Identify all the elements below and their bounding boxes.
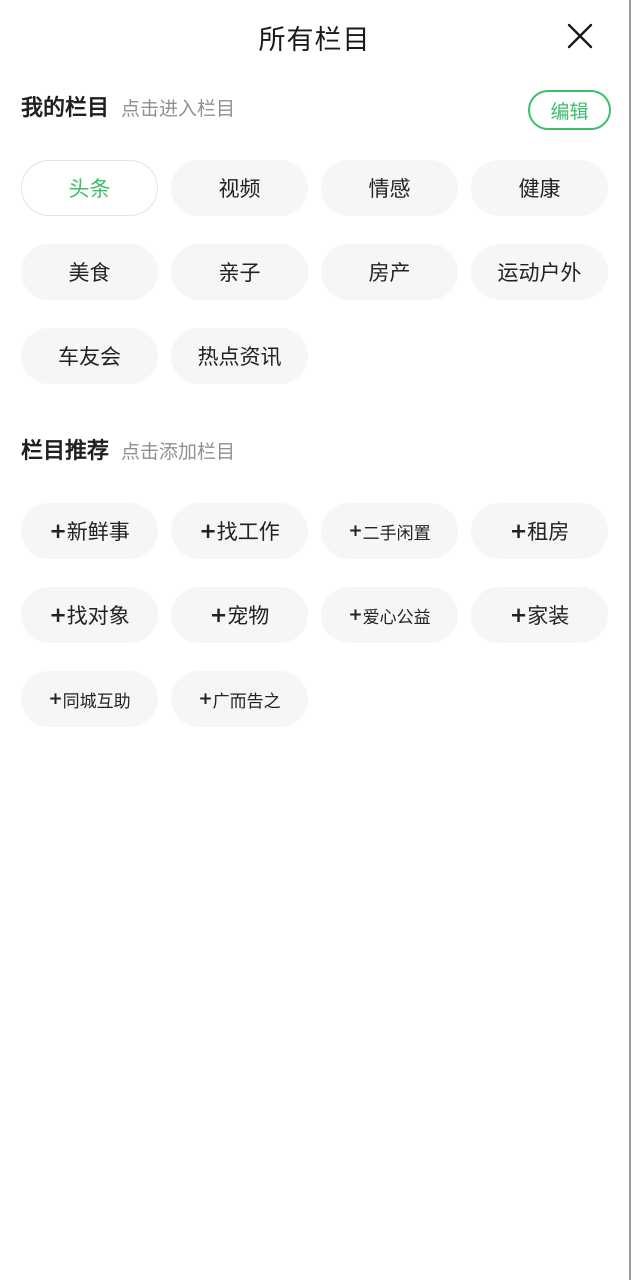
plus-icon: + [209, 603, 228, 627]
my-channel-chip[interactable]: 头条 [21, 160, 158, 216]
recommended-chip-label: 广而告之 [212, 691, 281, 712]
recommended-chip-label: 找对象 [66, 604, 130, 628]
page-title: 所有栏目 [258, 25, 371, 56]
recommended-chip-label: 二手闲置 [362, 523, 431, 544]
my-channels-title: 我的栏目 [21, 96, 110, 121]
close-button[interactable] [564, 20, 596, 52]
plus-icon: + [509, 603, 528, 627]
my-channel-chip[interactable]: 亲子 [171, 244, 308, 300]
my-channel-chip[interactable]: 情感 [321, 160, 458, 216]
my-channel-chip[interactable]: 房产 [321, 244, 458, 300]
recommended-chip-label: 找工作 [216, 520, 280, 544]
close-icon [567, 23, 593, 49]
recommended-header: 栏目推荐 点击添加栏目 [21, 433, 235, 473]
my-channels-hint: 点击进入栏目 [121, 98, 236, 120]
my-channel-chip[interactable]: 运动户外 [471, 244, 608, 300]
my-channel-chip[interactable]: 健康 [471, 160, 608, 216]
recommended-chip-label: 新鲜事 [66, 520, 130, 544]
recommended-chip[interactable]: + 爱心公益 [321, 587, 458, 643]
my-channels-grid: 头条 视频 情感 健康美食 亲子 房产 运动户外车友会 热点资讯 [21, 160, 611, 384]
recommended-grid: + 新鲜事 + 找工作 + 二手闲置 + 租房 + 找对象 + 宠物 + 爱心公益 + 家装 + 同城互助 + 广而告… [21, 503, 611, 727]
my-channel-chip[interactable]: 美食 [21, 244, 158, 300]
recommended-title: 栏目推荐 [21, 439, 110, 464]
plus-icon: + [509, 519, 528, 543]
plus-icon: + [49, 603, 67, 627]
recommended-chip[interactable]: + 二手闲置 [321, 503, 458, 559]
recommended-chip[interactable]: + 家装 [471, 587, 608, 643]
recommended-chip-label: 家装 [527, 604, 570, 628]
recommended-chip[interactable]: + 新鲜事 [21, 503, 158, 559]
plus-icon: + [348, 521, 363, 541]
recommended-chip-label: 同城互助 [62, 691, 131, 712]
header: 所有栏目 [0, 0, 629, 76]
plus-icon: + [198, 689, 213, 709]
recommended-chip[interactable]: + 同城互助 [21, 671, 158, 727]
recommended-hint: 点击添加栏目 [121, 441, 236, 463]
recommended-chip[interactable]: + 找对象 [21, 587, 158, 643]
edit-button[interactable]: 编辑 [528, 90, 611, 130]
recommended-chip[interactable]: + 租房 [471, 503, 608, 559]
my-channels-header: 我的栏目 点击进入栏目 [21, 90, 235, 130]
my-channel-chip[interactable]: 热点资讯 [171, 328, 308, 384]
recommended-chip-label: 宠物 [227, 604, 270, 628]
plus-icon: + [48, 689, 63, 709]
my-channel-chip[interactable]: 车友会 [21, 328, 158, 384]
recommended-chip[interactable]: + 找工作 [171, 503, 308, 559]
recommended-chip[interactable]: + 广而告之 [171, 671, 308, 727]
recommended-chip-label: 租房 [527, 520, 570, 544]
recommended-chip-label: 爱心公益 [362, 607, 431, 628]
my-channel-chip[interactable]: 视频 [171, 160, 308, 216]
plus-icon: + [49, 519, 67, 543]
recommended-chip[interactable]: + 宠物 [171, 587, 308, 643]
plus-icon: + [348, 605, 363, 625]
plus-icon: + [199, 519, 217, 543]
